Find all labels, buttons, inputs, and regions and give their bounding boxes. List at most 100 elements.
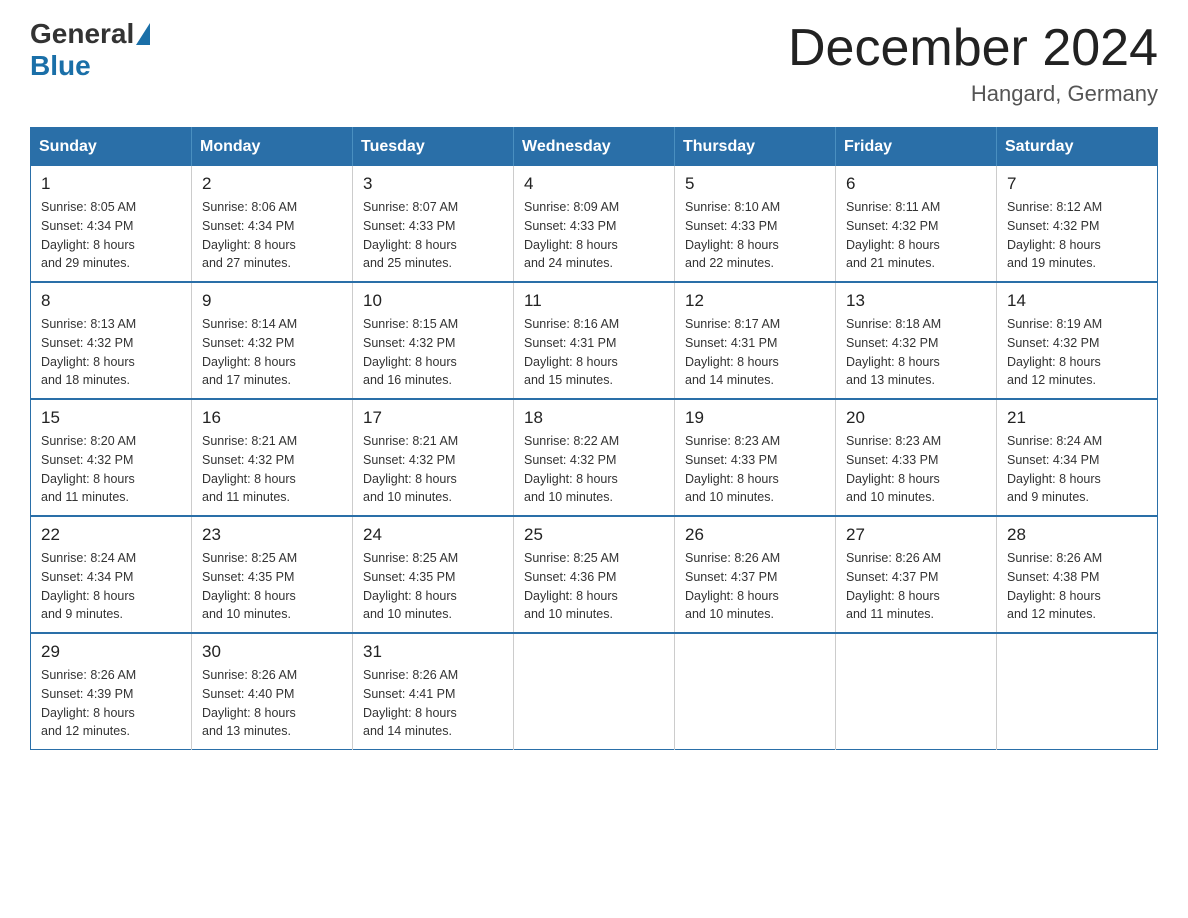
day-info: Sunrise: 8:23 AM Sunset: 4:33 PM Dayligh…: [846, 432, 986, 507]
day-number: 5: [685, 174, 825, 194]
header-wednesday: Wednesday: [514, 128, 675, 167]
calendar-header-row: Sunday Monday Tuesday Wednesday Thursday…: [31, 128, 1158, 167]
calendar-week-row: 29 Sunrise: 8:26 AM Sunset: 4:39 PM Dayl…: [31, 633, 1158, 750]
day-info: Sunrise: 8:25 AM Sunset: 4:35 PM Dayligh…: [363, 549, 503, 624]
header-tuesday: Tuesday: [353, 128, 514, 167]
day-info: Sunrise: 8:09 AM Sunset: 4:33 PM Dayligh…: [524, 198, 664, 273]
header-friday: Friday: [836, 128, 997, 167]
day-info: Sunrise: 8:23 AM Sunset: 4:33 PM Dayligh…: [685, 432, 825, 507]
day-number: 4: [524, 174, 664, 194]
header-thursday: Thursday: [675, 128, 836, 167]
day-info: Sunrise: 8:22 AM Sunset: 4:32 PM Dayligh…: [524, 432, 664, 507]
calendar-cell: 20 Sunrise: 8:23 AM Sunset: 4:33 PM Dayl…: [836, 399, 997, 516]
calendar-cell: 18 Sunrise: 8:22 AM Sunset: 4:32 PM Dayl…: [514, 399, 675, 516]
title-section: December 2024 Hangard, Germany: [788, 20, 1158, 107]
day-number: 12: [685, 291, 825, 311]
logo: General Blue: [30, 20, 152, 82]
day-number: 15: [41, 408, 181, 428]
day-number: 18: [524, 408, 664, 428]
calendar-cell: 9 Sunrise: 8:14 AM Sunset: 4:32 PM Dayli…: [192, 282, 353, 399]
day-info: Sunrise: 8:24 AM Sunset: 4:34 PM Dayligh…: [1007, 432, 1147, 507]
day-number: 24: [363, 525, 503, 545]
calendar-cell: 31 Sunrise: 8:26 AM Sunset: 4:41 PM Dayl…: [353, 633, 514, 750]
calendar-cell: 29 Sunrise: 8:26 AM Sunset: 4:39 PM Dayl…: [31, 633, 192, 750]
calendar-cell: 3 Sunrise: 8:07 AM Sunset: 4:33 PM Dayli…: [353, 166, 514, 282]
day-info: Sunrise: 8:19 AM Sunset: 4:32 PM Dayligh…: [1007, 315, 1147, 390]
day-number: 1: [41, 174, 181, 194]
day-info: Sunrise: 8:26 AM Sunset: 4:39 PM Dayligh…: [41, 666, 181, 741]
calendar-table: Sunday Monday Tuesday Wednesday Thursday…: [30, 127, 1158, 750]
day-info: Sunrise: 8:11 AM Sunset: 4:32 PM Dayligh…: [846, 198, 986, 273]
calendar-week-row: 15 Sunrise: 8:20 AM Sunset: 4:32 PM Dayl…: [31, 399, 1158, 516]
day-info: Sunrise: 8:14 AM Sunset: 4:32 PM Dayligh…: [202, 315, 342, 390]
day-number: 19: [685, 408, 825, 428]
calendar-week-row: 8 Sunrise: 8:13 AM Sunset: 4:32 PM Dayli…: [31, 282, 1158, 399]
location-subtitle: Hangard, Germany: [788, 81, 1158, 107]
day-number: 3: [363, 174, 503, 194]
calendar-cell: 12 Sunrise: 8:17 AM Sunset: 4:31 PM Dayl…: [675, 282, 836, 399]
calendar-cell: 24 Sunrise: 8:25 AM Sunset: 4:35 PM Dayl…: [353, 516, 514, 633]
day-info: Sunrise: 8:10 AM Sunset: 4:33 PM Dayligh…: [685, 198, 825, 273]
day-info: Sunrise: 8:26 AM Sunset: 4:40 PM Dayligh…: [202, 666, 342, 741]
day-number: 29: [41, 642, 181, 662]
calendar-cell: 13 Sunrise: 8:18 AM Sunset: 4:32 PM Dayl…: [836, 282, 997, 399]
day-info: Sunrise: 8:24 AM Sunset: 4:34 PM Dayligh…: [41, 549, 181, 624]
calendar-cell: 14 Sunrise: 8:19 AM Sunset: 4:32 PM Dayl…: [997, 282, 1158, 399]
day-number: 17: [363, 408, 503, 428]
day-info: Sunrise: 8:21 AM Sunset: 4:32 PM Dayligh…: [202, 432, 342, 507]
day-info: Sunrise: 8:06 AM Sunset: 4:34 PM Dayligh…: [202, 198, 342, 273]
header-sunday: Sunday: [31, 128, 192, 167]
calendar-cell: [514, 633, 675, 750]
day-number: 26: [685, 525, 825, 545]
day-number: 9: [202, 291, 342, 311]
day-info: Sunrise: 8:16 AM Sunset: 4:31 PM Dayligh…: [524, 315, 664, 390]
calendar-cell: 1 Sunrise: 8:05 AM Sunset: 4:34 PM Dayli…: [31, 166, 192, 282]
day-number: 20: [846, 408, 986, 428]
calendar-cell: 5 Sunrise: 8:10 AM Sunset: 4:33 PM Dayli…: [675, 166, 836, 282]
day-number: 11: [524, 291, 664, 311]
day-info: Sunrise: 8:20 AM Sunset: 4:32 PM Dayligh…: [41, 432, 181, 507]
calendar-cell: 23 Sunrise: 8:25 AM Sunset: 4:35 PM Dayl…: [192, 516, 353, 633]
calendar-cell: 10 Sunrise: 8:15 AM Sunset: 4:32 PM Dayl…: [353, 282, 514, 399]
calendar-cell: 25 Sunrise: 8:25 AM Sunset: 4:36 PM Dayl…: [514, 516, 675, 633]
calendar-cell: 16 Sunrise: 8:21 AM Sunset: 4:32 PM Dayl…: [192, 399, 353, 516]
calendar-cell: 6 Sunrise: 8:11 AM Sunset: 4:32 PM Dayli…: [836, 166, 997, 282]
logo-triangle-icon: [136, 23, 150, 45]
header-monday: Monday: [192, 128, 353, 167]
calendar-cell: 17 Sunrise: 8:21 AM Sunset: 4:32 PM Dayl…: [353, 399, 514, 516]
day-info: Sunrise: 8:26 AM Sunset: 4:37 PM Dayligh…: [846, 549, 986, 624]
day-info: Sunrise: 8:18 AM Sunset: 4:32 PM Dayligh…: [846, 315, 986, 390]
day-info: Sunrise: 8:26 AM Sunset: 4:41 PM Dayligh…: [363, 666, 503, 741]
day-number: 21: [1007, 408, 1147, 428]
header-saturday: Saturday: [997, 128, 1158, 167]
day-number: 31: [363, 642, 503, 662]
day-number: 27: [846, 525, 986, 545]
calendar-cell: 21 Sunrise: 8:24 AM Sunset: 4:34 PM Dayl…: [997, 399, 1158, 516]
day-number: 22: [41, 525, 181, 545]
day-number: 16: [202, 408, 342, 428]
page-header: General Blue December 2024 Hangard, Germ…: [30, 20, 1158, 107]
calendar-cell: [836, 633, 997, 750]
calendar-cell: 15 Sunrise: 8:20 AM Sunset: 4:32 PM Dayl…: [31, 399, 192, 516]
day-info: Sunrise: 8:25 AM Sunset: 4:35 PM Dayligh…: [202, 549, 342, 624]
day-info: Sunrise: 8:13 AM Sunset: 4:32 PM Dayligh…: [41, 315, 181, 390]
day-info: Sunrise: 8:26 AM Sunset: 4:38 PM Dayligh…: [1007, 549, 1147, 624]
logo-general-text: General: [30, 20, 134, 48]
calendar-week-row: 1 Sunrise: 8:05 AM Sunset: 4:34 PM Dayli…: [31, 166, 1158, 282]
calendar-cell: [675, 633, 836, 750]
day-number: 10: [363, 291, 503, 311]
day-info: Sunrise: 8:26 AM Sunset: 4:37 PM Dayligh…: [685, 549, 825, 624]
calendar-cell: 26 Sunrise: 8:26 AM Sunset: 4:37 PM Dayl…: [675, 516, 836, 633]
day-number: 23: [202, 525, 342, 545]
calendar-cell: 28 Sunrise: 8:26 AM Sunset: 4:38 PM Dayl…: [997, 516, 1158, 633]
day-info: Sunrise: 8:21 AM Sunset: 4:32 PM Dayligh…: [363, 432, 503, 507]
logo-blue-text: Blue: [30, 50, 91, 81]
calendar-cell: 19 Sunrise: 8:23 AM Sunset: 4:33 PM Dayl…: [675, 399, 836, 516]
calendar-cell: 2 Sunrise: 8:06 AM Sunset: 4:34 PM Dayli…: [192, 166, 353, 282]
day-number: 7: [1007, 174, 1147, 194]
day-info: Sunrise: 8:12 AM Sunset: 4:32 PM Dayligh…: [1007, 198, 1147, 273]
day-number: 25: [524, 525, 664, 545]
day-number: 14: [1007, 291, 1147, 311]
day-number: 28: [1007, 525, 1147, 545]
day-info: Sunrise: 8:17 AM Sunset: 4:31 PM Dayligh…: [685, 315, 825, 390]
